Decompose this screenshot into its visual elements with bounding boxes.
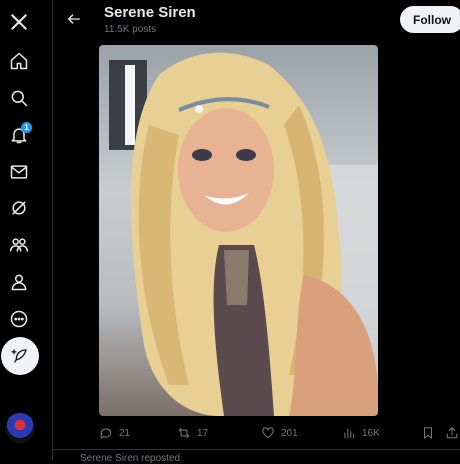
repost-count: 17 — [197, 427, 209, 439]
like-count: 201 — [281, 427, 298, 439]
repost-icon — [178, 427, 190, 439]
search-icon[interactable] — [4, 83, 34, 113]
side-nav: 1 — [0, 0, 39, 460]
posts-count: 11.5K posts — [104, 24, 157, 35]
post-media[interactable] — [99, 45, 378, 416]
compose-post-button[interactable] — [1, 337, 39, 375]
bookmark-icon — [423, 427, 433, 439]
divider — [53, 449, 460, 450]
nav-divider — [52, 0, 53, 460]
reply-button[interactable]: 21 — [99, 420, 130, 446]
x-logo-icon[interactable] — [4, 7, 34, 37]
portrait-image — [109, 52, 378, 416]
feather-plus-icon — [11, 349, 27, 363]
notification-badge: 1 — [21, 122, 32, 133]
home-icon[interactable] — [4, 46, 34, 76]
next-post-header: Serene Siren reposted — [80, 453, 181, 464]
share-button[interactable] — [445, 420, 459, 446]
follow-button[interactable]: Follow — [400, 6, 460, 33]
grok-icon[interactable] — [4, 193, 34, 223]
account-avatar[interactable] — [5, 413, 35, 443]
reply-count: 21 — [119, 427, 131, 439]
views-icon — [344, 428, 355, 439]
bookmark-button[interactable] — [421, 420, 435, 446]
mail-icon[interactable] — [4, 157, 34, 187]
post-actions: 21 17 201 16K — [53, 420, 460, 446]
profile-icon[interactable] — [4, 267, 34, 297]
share-icon — [446, 427, 458, 439]
heart-icon — [262, 427, 274, 439]
bell-icon[interactable]: 1 — [4, 120, 34, 150]
communities-icon[interactable] — [4, 230, 34, 260]
back-button[interactable] — [61, 6, 87, 32]
profile-header: Serene Siren 11.5K posts Follow — [53, 0, 460, 40]
media-side-strip — [378, 45, 416, 416]
more-icon[interactable] — [4, 304, 34, 334]
view-count: 16K — [362, 427, 380, 439]
reply-icon — [100, 428, 112, 439]
views-button[interactable]: 16K — [342, 420, 380, 446]
page-title: Serene Siren — [104, 4, 196, 21]
arrow-left-icon — [68, 14, 80, 24]
repost-button[interactable]: 17 — [177, 420, 208, 446]
like-button[interactable]: 201 — [261, 420, 298, 446]
studio-light — [125, 65, 135, 145]
